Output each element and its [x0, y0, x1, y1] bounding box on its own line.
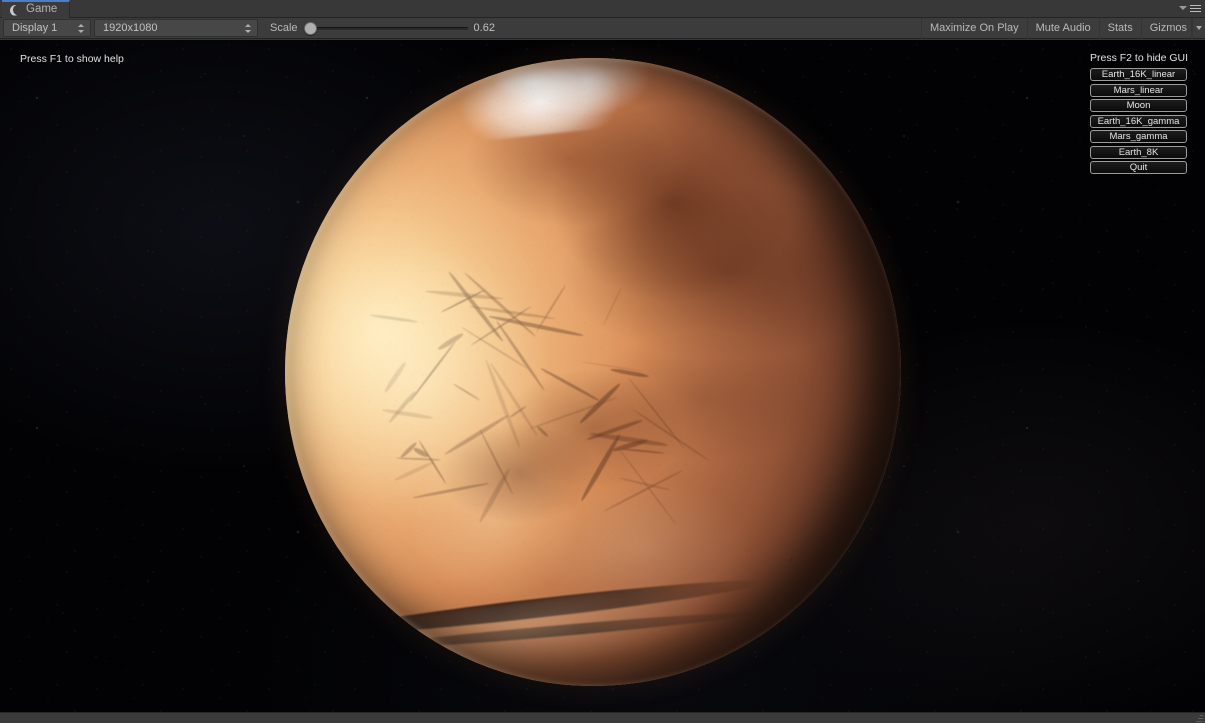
game-viewport[interactable]: Press F1 to show help Press F2 to hide G… [0, 40, 1205, 712]
gizmos-dropdown-icon[interactable] [1192, 17, 1205, 39]
tab-game[interactable]: Game [2, 0, 71, 18]
unity-editor-window: Game Display 1 1920x1080 Scale 0.62 Maxi… [0, 0, 1205, 723]
display-select[interactable]: Display 1 [3, 19, 91, 37]
tab-menu-icon[interactable] [1179, 3, 1201, 15]
hide-gui-hint-text: Press F2 to hide GUI [1090, 52, 1189, 64]
updown-icon [244, 22, 253, 35]
scale-value: 0.62 [473, 22, 495, 34]
tab-strip: Game [0, 0, 1205, 18]
planet-sphere [285, 58, 901, 686]
gui-button-earth-8k[interactable]: Earth_8K [1090, 145, 1187, 159]
game-controller-icon [10, 5, 21, 16]
scale-slider[interactable] [303, 21, 468, 35]
gui-button-quit[interactable]: Quit [1090, 161, 1187, 174]
hamburger-icon [1190, 5, 1201, 14]
gui-button-moon[interactable]: Moon [1090, 99, 1187, 112]
gui-button-earth-16k-gamma[interactable]: Earth_16K_gamma [1090, 114, 1187, 128]
scale-slider-knob[interactable] [303, 21, 317, 35]
gui-button-mars-linear[interactable]: Mars_linear [1090, 83, 1187, 97]
mute-audio-button[interactable]: Mute Audio [1026, 17, 1099, 39]
stats-button[interactable]: Stats [1098, 17, 1141, 39]
status-bar [0, 712, 1205, 723]
gui-button-earth-16k-linear[interactable]: Earth_16K_linear [1090, 68, 1187, 81]
display-select-label: Display 1 [12, 22, 58, 34]
help-hint-text: Press F1 to show help [20, 53, 124, 65]
resolution-select[interactable]: 1920x1080 [94, 19, 258, 37]
scale-label: Scale [270, 22, 298, 34]
resolution-select-label: 1920x1080 [103, 22, 158, 34]
gui-button-mars-gamma[interactable]: Mars_gamma [1090, 130, 1187, 143]
updown-icon [77, 22, 86, 35]
scale-slider-track [303, 26, 468, 30]
maximize-on-play-button[interactable]: Maximize On Play [920, 17, 1027, 39]
resize-grip-icon[interactable] [1194, 713, 1203, 722]
gui-button-panel: Press F2 to hide GUI Earth_16K_linear Ma… [1090, 52, 1189, 177]
gizmos-button[interactable]: Gizmos [1140, 17, 1192, 39]
scale-control: Scale 0.62 [270, 21, 516, 35]
chevron-down-icon [1179, 6, 1187, 10]
game-view-toolbar: Display 1 1920x1080 Scale 0.62 Maximize … [0, 17, 1205, 39]
planet-mars [285, 58, 901, 686]
planet-rim-light [285, 58, 901, 686]
tab-game-label: Game [26, 3, 58, 16]
